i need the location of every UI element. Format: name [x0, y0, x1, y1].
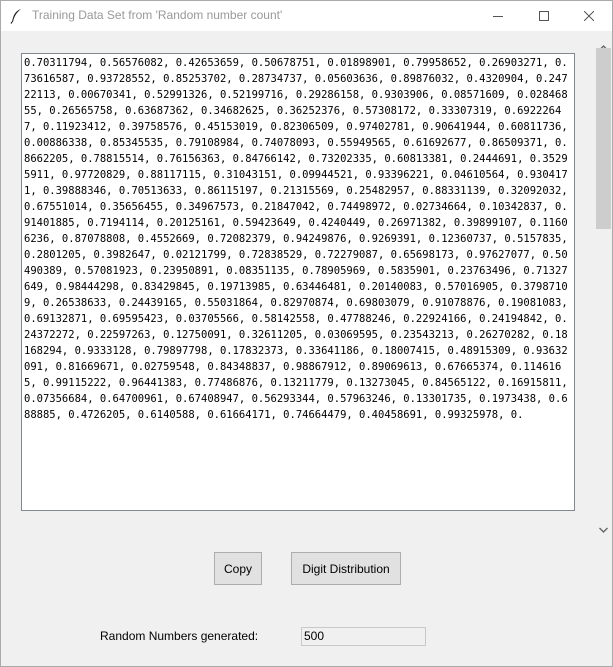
random-numbers-generated-label: Random Numbers generated: — [100, 629, 259, 643]
random-numbers-textarea[interactable]: 0.70311794, 0.56576082, 0.42653659, 0.50… — [21, 53, 575, 511]
vertical-scrollbar[interactable] — [595, 31, 612, 533]
random-numbers-generated-field[interactable]: 500 — [301, 627, 426, 646]
scrollbar-thumb[interactable] — [596, 48, 611, 229]
feather-icon — [9, 8, 25, 24]
maximize-button[interactable] — [521, 1, 567, 31]
title-bar[interactable]: Training Data Set from 'Random number co… — [1, 1, 612, 31]
close-button[interactable] — [566, 1, 612, 31]
app-window: Training Data Set from 'Random number co… — [0, 0, 613, 667]
maximize-icon — [539, 11, 549, 21]
close-icon — [584, 11, 594, 21]
window-title: Training Data Set from 'Random number co… — [32, 8, 283, 22]
digit-distribution-button[interactable]: Digit Distribution — [291, 552, 401, 585]
minimize-button[interactable] — [475, 1, 521, 31]
minimize-icon — [493, 16, 503, 17]
chevron-down-icon[interactable] — [599, 518, 608, 537]
copy-button[interactable]: Copy — [214, 552, 262, 585]
random-numbers-text: 0.70311794, 0.56576082, 0.42653659, 0.50… — [24, 57, 574, 421]
